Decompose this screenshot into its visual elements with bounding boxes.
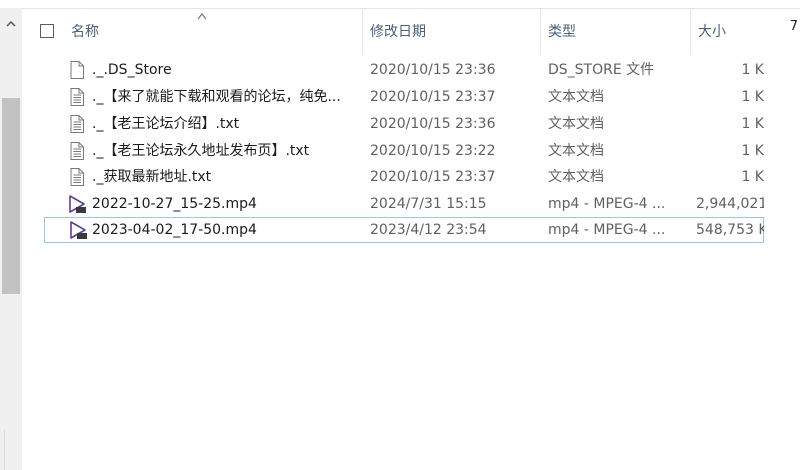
file-row[interactable]: ._【老王论坛介绍】.txt 2020/10/15 23:36 文本文档 1 K xyxy=(44,111,764,137)
select-all-checkbox[interactable] xyxy=(40,24,54,38)
file-name: ._.DS_Store xyxy=(92,62,172,78)
file-type: 文本文档 xyxy=(548,169,604,185)
clipped-column-text: 7 xyxy=(789,19,798,34)
text-file-icon xyxy=(70,142,84,160)
file-size: 2,944,021 K xyxy=(696,196,764,212)
text-file-icon xyxy=(70,115,84,133)
file-size: 1 K xyxy=(741,116,764,132)
file-modified-date: 2024/7/31 15:15 xyxy=(370,196,487,212)
file-size: 1 K xyxy=(741,169,764,185)
file-name: ._【老王论坛永久地址发布页】.txt xyxy=(92,143,310,159)
file-row-selected[interactable]: 2023-04-02_17-50.mp4 2023/4/12 23:54 mp4… xyxy=(44,217,764,243)
file-size: 548,753 K xyxy=(696,222,764,238)
file-modified-date: 2020/10/15 23:37 xyxy=(370,89,496,105)
file-row[interactable]: ._【来了就能下载和观看的论坛，纯免... 2020/10/15 23:37 文… xyxy=(44,84,764,110)
file-name: 2022-10-27_15-25.mp4 xyxy=(92,196,257,212)
file-type: DS_STORE 文件 xyxy=(548,62,655,78)
file-modified-date: 2020/10/15 23:36 xyxy=(370,116,496,132)
file-modified-date: 2020/10/15 23:36 xyxy=(370,62,496,78)
file-type: 文本文档 xyxy=(548,89,604,105)
video-file-icon xyxy=(70,221,87,239)
file-type: 文本文档 xyxy=(548,143,604,159)
column-header-name-label: 名称 xyxy=(71,24,99,40)
file-name: ._【老王论坛介绍】.txt xyxy=(92,116,240,132)
column-header-date-label: 修改日期 xyxy=(370,24,426,40)
file-size: 1 K xyxy=(741,143,764,159)
scroll-up-arrow-icon[interactable] xyxy=(5,18,17,30)
column-header-date[interactable]: 修改日期 xyxy=(362,9,540,55)
column-header-name[interactable]: 名称 xyxy=(64,9,362,55)
file-row[interactable]: ._.DS_Store 2020/10/15 23:36 DS_STORE 文件… xyxy=(44,57,764,83)
scrollbar-thumb[interactable] xyxy=(2,98,20,294)
file-list: ._.DS_Store 2020/10/15 23:36 DS_STORE 文件… xyxy=(22,56,764,470)
column-header-size[interactable]: 大小 xyxy=(690,9,768,55)
file-row[interactable]: ._获取最新地址.txt 2020/10/15 23:37 文本文档 1 K xyxy=(44,164,764,190)
column-header-row: 名称 修改日期 类型 大小 xyxy=(22,9,792,55)
video-file-icon xyxy=(69,195,86,213)
file-name: ._【来了就能下载和观看的论坛，纯免... xyxy=(92,89,341,105)
text-file-icon xyxy=(70,168,84,186)
column-header-type[interactable]: 类型 xyxy=(540,9,690,55)
file-name: ._获取最新地址.txt xyxy=(92,169,212,185)
column-header-type-label: 类型 xyxy=(548,24,576,40)
file-type: mp4 - MPEG-4 ... xyxy=(548,222,666,238)
file-type: 文本文档 xyxy=(548,116,604,132)
file-size: 1 K xyxy=(741,89,764,105)
scrollbar-track-edge xyxy=(4,430,5,470)
file-size: 1 K xyxy=(741,62,764,78)
text-file-icon xyxy=(70,88,84,106)
vertical-scrollbar[interactable] xyxy=(0,8,22,470)
file-modified-date: 2020/10/15 23:37 xyxy=(370,169,496,185)
file-name: 2023-04-02_17-50.mp4 xyxy=(92,222,257,238)
file-modified-date: 2023/4/12 23:54 xyxy=(370,222,487,238)
file-explorer-window: 名称 修改日期 类型 大小 7 ._.DS_Store 2020/10/15 2… xyxy=(0,0,800,470)
file-modified-date: 2020/10/15 23:22 xyxy=(370,143,496,159)
column-header-size-label: 大小 xyxy=(698,24,726,40)
file-type: mp4 - MPEG-4 ... xyxy=(548,196,666,212)
file-row[interactable]: ._【老王论坛永久地址发布页】.txt 2020/10/15 23:22 文本文… xyxy=(44,138,764,164)
blank-file-icon xyxy=(70,61,84,79)
file-row[interactable]: 2022-10-27_15-25.mp4 2024/7/31 15:15 mp4… xyxy=(44,191,764,217)
